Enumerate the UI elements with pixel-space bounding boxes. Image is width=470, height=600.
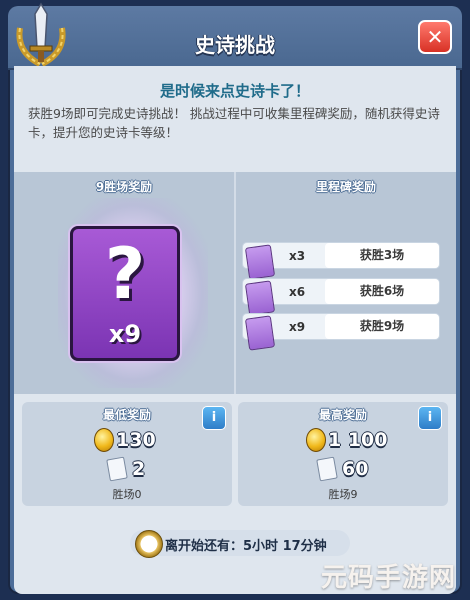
sword-laurel-emblem-icon <box>16 2 66 67</box>
description: 获胜9场即可完成史诗挑战！ 挑战过程中可收集里程碑奖励，随机获得史诗卡，提升您的… <box>28 106 440 140</box>
clock-icon <box>135 530 163 558</box>
card-icon <box>244 315 276 351</box>
close-icon: ✕ <box>426 25 444 49</box>
card-icon <box>244 244 276 280</box>
gold-coin-icon <box>306 428 326 452</box>
card-icon <box>316 456 338 482</box>
milestone-title: 里程碑奖励 <box>315 180 376 194</box>
milestone-row[interactable]: x3 获胜3场 <box>242 242 440 280</box>
milestone-label: 获胜3场 <box>325 243 439 268</box>
close-button[interactable]: ✕ <box>418 20 452 54</box>
epic-card-reward[interactable]: ? x9 <box>70 226 180 361</box>
max-reward-title: 最高奖励 <box>318 408 367 422</box>
max-gold: 1 100 <box>306 428 388 452</box>
watermark: 元码手游网 <box>320 563 456 593</box>
min-gold: 130 <box>94 428 156 452</box>
max-cards: 60 <box>316 456 369 482</box>
milestone-label: 获胜9场 <box>325 314 439 339</box>
gold-coin-icon <box>94 428 114 452</box>
headline: 是时候来点史诗卡了！ <box>159 82 310 100</box>
divider <box>234 172 236 394</box>
info-icon[interactable]: i <box>418 406 442 430</box>
min-reward-title: 最低奖励 <box>102 408 151 422</box>
max-gold-value: 1 100 <box>328 429 388 451</box>
card-icon <box>244 280 276 316</box>
card-icon <box>106 456 128 482</box>
min-reward-box: 最低奖励 i 130 2 胜场0 <box>22 402 232 506</box>
milestone-label: 获胜6场 <box>325 279 439 304</box>
max-wins: 胜场9 <box>328 488 358 501</box>
title-bar: 史诗挑战 <box>8 6 462 70</box>
info-icon[interactable]: i <box>202 406 226 430</box>
min-wins: 胜场0 <box>112 488 142 501</box>
milestone-count: x6 <box>289 285 306 299</box>
milestone-row[interactable]: x9 获胜9场 <box>242 313 440 351</box>
min-gold-value: 130 <box>116 429 156 451</box>
timer-text: 离开始还有：5小时 17分钟 <box>165 539 327 554</box>
milestone-row[interactable]: x6 获胜6场 <box>242 278 440 316</box>
max-reward-box: 最高奖励 i 1 100 60 胜场9 <box>238 402 448 506</box>
card-count: x9 <box>108 320 142 348</box>
question-mark: ? <box>104 233 146 315</box>
milestone-count: x9 <box>289 320 306 334</box>
main-reward-title: 9胜场奖励 <box>95 180 153 194</box>
min-cards: 2 <box>106 456 146 482</box>
min-cards-value: 2 <box>132 458 146 480</box>
milestone-count: x3 <box>289 249 306 263</box>
max-cards-value: 60 <box>342 458 369 480</box>
dialog-title: 史诗挑战 <box>195 33 275 57</box>
